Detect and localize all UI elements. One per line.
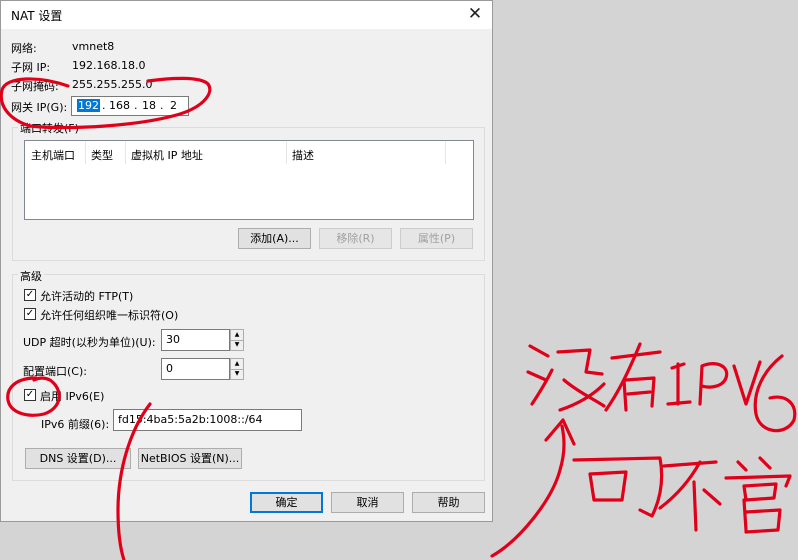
- allow-ftp-label[interactable]: 允许活动的 FTP(T): [40, 288, 133, 304]
- ok-button[interactable]: 确定: [250, 492, 323, 513]
- allow-oui-label[interactable]: 允许任何组织唯一标识符(O): [40, 307, 178, 323]
- nat-settings-dialog: NAT 设置 ✕ 网络: vmnet8 子网 IP: 192.168.18.0 …: [0, 0, 493, 522]
- network-label: 网络:: [11, 42, 37, 55]
- title-bar: NAT 设置 ✕: [1, 1, 492, 29]
- column-vm-ip[interactable]: 虚拟机 IP 地址: [131, 147, 203, 163]
- handwriting-stroke: [698, 362, 729, 406]
- remove-button[interactable]: 移除(R): [319, 228, 392, 249]
- allow-ftp-checkbox[interactable]: ✓: [24, 289, 36, 301]
- octet-separator: .: [102, 99, 106, 112]
- handwriting-stroke: [658, 460, 722, 532]
- dns-settings-button[interactable]: DNS 设置(D)...: [25, 448, 131, 469]
- column-host-port[interactable]: 主机端口: [31, 147, 75, 163]
- column-type[interactable]: 类型: [91, 147, 113, 163]
- column-separator: [125, 142, 126, 164]
- handwriting-stroke: [666, 362, 692, 406]
- gateway-octet-1[interactable]: 192: [77, 99, 100, 112]
- gateway-octet-4[interactable]: 2: [170, 99, 177, 112]
- allow-oui-checkbox[interactable]: ✓: [24, 308, 36, 320]
- spinner-down-icon[interactable]: ▼: [231, 369, 243, 379]
- udp-timeout-input[interactable]: 30: [161, 329, 230, 351]
- annotation-arrowhead: [544, 418, 576, 446]
- enable-ipv6-checkbox[interactable]: ✓: [24, 389, 36, 401]
- handwriting-stroke: [724, 456, 792, 534]
- subnet-mask-label: 子网掩码:: [11, 80, 59, 93]
- gateway-octet-2[interactable]: 168: [109, 99, 130, 112]
- subnet-ip-value: 192.168.18.0: [72, 59, 146, 72]
- ipv6-prefix-label: IPv6 前缀(6):: [41, 418, 110, 431]
- port-forwarding-list[interactable]: 主机端口 类型 虚拟机 IP 地址 描述: [24, 140, 474, 220]
- annotation-arrow: [490, 424, 566, 558]
- close-icon[interactable]: ✕: [464, 3, 486, 25]
- add-button[interactable]: 添加(A)...: [238, 228, 311, 249]
- handwriting-stroke: [526, 344, 606, 412]
- advanced-title: 高级: [18, 268, 44, 284]
- udp-timeout-label: UDP 超时(以秒为单位)(U):: [23, 336, 156, 349]
- properties-button[interactable]: 属性(P): [400, 228, 473, 249]
- cancel-button[interactable]: 取消: [331, 492, 404, 513]
- config-port-input[interactable]: 0: [161, 358, 230, 380]
- handwriting-stroke: [732, 360, 762, 406]
- enable-ipv6-label[interactable]: 启用 IPv6(E): [40, 388, 104, 404]
- handwriting-stroke: [572, 456, 664, 518]
- netbios-settings-button[interactable]: NetBIOS 设置(N)...: [138, 448, 242, 469]
- gateway-ip-input[interactable]: 192 . 168 . 18 . 2: [71, 96, 189, 116]
- dialog-title: NAT 设置: [11, 9, 63, 23]
- network-value: vmnet8: [72, 40, 115, 53]
- subnet-ip-label: 子网 IP:: [11, 61, 51, 74]
- octet-separator: .: [160, 99, 164, 112]
- udp-timeout-spinner[interactable]: ▲ ▼: [230, 329, 244, 351]
- config-port-label: 配置端口(C):: [23, 365, 87, 378]
- column-separator: [85, 142, 86, 164]
- column-separator: [286, 142, 287, 164]
- ipv6-prefix-input[interactable]: fd15:4ba5:5a2b:1008::/64: [113, 409, 302, 431]
- handwriting-stroke: [604, 342, 662, 412]
- gateway-octet-3[interactable]: 18: [142, 99, 156, 112]
- column-separator: [445, 142, 446, 164]
- subnet-mask-value: 255.255.255.0: [72, 78, 153, 91]
- port-forwarding-title: 端口转发(F): [18, 120, 81, 136]
- handwriting-stroke: [753, 354, 797, 433]
- octet-separator: .: [134, 99, 138, 112]
- config-port-spinner[interactable]: ▲ ▼: [230, 358, 244, 380]
- column-description[interactable]: 描述: [292, 147, 314, 163]
- spinner-down-icon[interactable]: ▼: [231, 340, 243, 350]
- help-button[interactable]: 帮助: [412, 492, 485, 513]
- gateway-ip-label: 网关 IP(G):: [11, 101, 68, 114]
